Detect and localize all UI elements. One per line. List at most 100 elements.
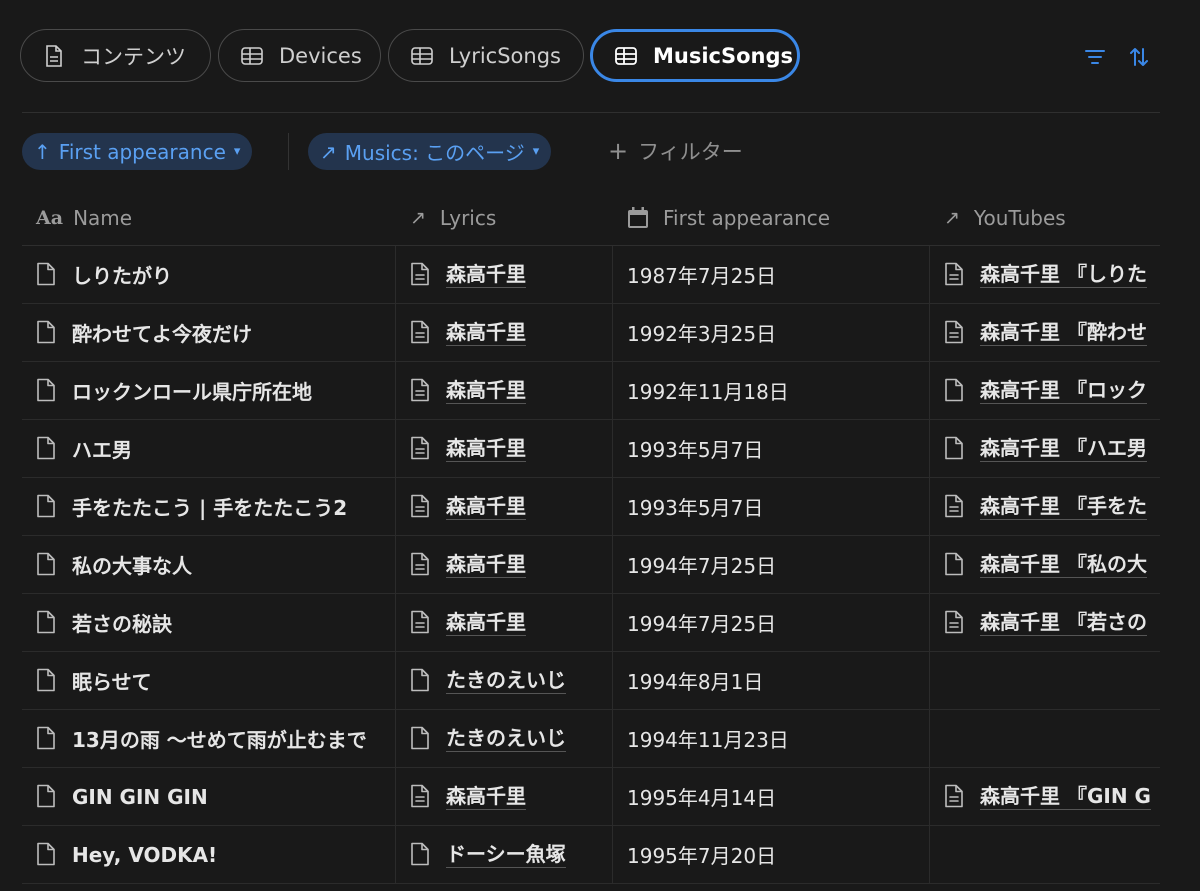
lyrics-link[interactable]: 森高千里 (446, 784, 526, 810)
lyrics-cell[interactable]: ドーシー魚塚 (396, 826, 613, 883)
first-appearance-cell[interactable]: 1992年3月25日 (613, 304, 930, 361)
youtube-link[interactable]: 森高千里 『しりた (980, 262, 1147, 288)
lyrics-link[interactable]: 森高千里 (446, 320, 526, 346)
lyrics-cell[interactable]: 森高千里 (396, 478, 613, 535)
tab-contents[interactable]: コンテンツ (20, 29, 211, 82)
table-row[interactable]: 私の大事な人 森高千里 1994年7月25日 森高千里 『私の大 (22, 536, 1160, 594)
first-appearance-cell[interactable]: 1994年8月1日 (613, 652, 930, 709)
lyrics-cell[interactable]: 森高千里 (396, 420, 613, 477)
youtubes-cell[interactable] (930, 710, 1160, 767)
column-header-first-appearance[interactable]: First appearance (613, 190, 930, 245)
page-icon (36, 610, 58, 636)
date-value: 1993年5月7日 (627, 438, 764, 462)
name-cell[interactable]: ロックンロール県庁所在地 (22, 362, 396, 419)
table-row[interactable]: 酔わせてよ今夜だけ 森高千里 1992年3月25日 森高千里 『酔わせ (22, 304, 1160, 362)
name-cell[interactable]: 眠らせて (22, 652, 396, 709)
lyrics-cell[interactable]: 森高千里 (396, 246, 613, 303)
lyrics-cell[interactable]: 森高千里 (396, 768, 613, 825)
filter-icon[interactable] (1084, 46, 1106, 68)
youtube-link[interactable]: 森高千里 『GIN G (980, 784, 1151, 810)
chevron-down-icon: ▾ (532, 144, 540, 159)
sort-icon[interactable] (1128, 46, 1150, 68)
youtube-link[interactable]: 森高千里 『若さの (980, 610, 1147, 636)
first-appearance-cell[interactable]: 1994年11月23日 (613, 710, 930, 767)
date-value: 1994年7月25日 (627, 612, 777, 636)
lyrics-cell[interactable]: たきのえいじ (396, 652, 613, 709)
name-cell[interactable]: ハエ男 (22, 420, 396, 477)
name-cell[interactable]: 私の大事な人 (22, 536, 396, 593)
tab-devices[interactable]: Devices (218, 29, 381, 82)
youtubes-cell[interactable]: 森高千里 『GIN G (930, 768, 1160, 825)
first-appearance-cell[interactable]: 1993年5月7日 (613, 420, 930, 477)
table-row[interactable]: 若さの秘訣 森高千里 1994年7月25日 森高千里 『若さの (22, 594, 1160, 652)
sort-chip[interactable]: ↑ First appearance ▾ (22, 133, 253, 170)
youtube-link[interactable]: 森高千里 『酔わせ (980, 320, 1147, 346)
first-appearance-cell[interactable]: 1994年7月25日 (613, 594, 930, 651)
first-appearance-cell[interactable]: 1993年5月7日 (613, 478, 930, 535)
lyrics-cell[interactable]: たきのえいじ (396, 710, 613, 767)
name-cell[interactable]: 酔わせてよ今夜だけ (22, 304, 396, 361)
table-row[interactable]: Hey, VODKA! ドーシー魚塚 1995年7月20日 (22, 826, 1160, 884)
name-cell[interactable]: 若さの秘訣 (22, 594, 396, 651)
youtubes-cell[interactable]: 森高千里 『若さの (930, 594, 1160, 651)
lyrics-link[interactable]: 森高千里 (446, 610, 526, 636)
lyrics-cell[interactable]: 森高千里 (396, 594, 613, 651)
lyrics-link[interactable]: たきのえいじ (446, 668, 566, 694)
add-filter-button[interactable]: + フィルター (608, 136, 743, 166)
first-appearance-cell[interactable]: 1992年11月18日 (613, 362, 930, 419)
lyrics-link[interactable]: たきのえいじ (446, 726, 566, 752)
youtube-link[interactable]: 森高千里 『手をた (980, 494, 1147, 520)
youtubes-cell[interactable]: 森高千里 『しりた (930, 246, 1160, 303)
youtubes-cell[interactable]: 森高千里 『私の大 (930, 536, 1160, 593)
table-row[interactable]: しりたがり 森高千里 1987年7月25日 森高千里 『しりた (22, 246, 1160, 304)
table-row[interactable]: 眠らせて たきのえいじ 1994年8月1日 (22, 652, 1160, 710)
youtubes-cell[interactable]: 森高千里 『ハエ男 (930, 420, 1160, 477)
column-header-name[interactable]: Aa Name (22, 190, 396, 245)
page-icon (36, 378, 58, 404)
table-row[interactable]: 手をたたこう | 手をたたこう2 森高千里 1993年5月7日 森高千里 『手をた (22, 478, 1160, 536)
first-appearance-cell[interactable]: 1995年4月14日 (613, 768, 930, 825)
name-cell[interactable]: しりたがり (22, 246, 396, 303)
lyrics-link[interactable]: 森高千里 (446, 494, 526, 520)
tab-musicsongs[interactable]: MusicSongs (590, 29, 800, 82)
calendar-icon (627, 206, 649, 229)
youtubes-cell[interactable]: 森高千里 『手をた (930, 478, 1160, 535)
song-name: GIN GIN GIN (72, 784, 208, 809)
table-row[interactable]: ロックンロール県庁所在地 森高千里 1992年11月18日 森高千里 『ロック (22, 362, 1160, 420)
date-value: 1987年7月25日 (627, 264, 777, 288)
lyrics-link[interactable]: 森高千里 (446, 552, 526, 578)
lyrics-cell[interactable]: 森高千里 (396, 536, 613, 593)
youtube-link[interactable]: 森高千里 『ロック (980, 378, 1147, 404)
column-label: First appearance (663, 205, 831, 230)
first-appearance-cell[interactable]: 1994年7月25日 (613, 536, 930, 593)
table-row[interactable]: ハエ男 森高千里 1993年5月7日 森高千里 『ハエ男 (22, 420, 1160, 478)
tab-lyricsongs[interactable]: LyricSongs (388, 29, 584, 82)
youtubes-cell[interactable] (930, 652, 1160, 709)
lyrics-link[interactable]: 森高千里 (446, 262, 526, 288)
name-cell[interactable]: 手をたたこう | 手をたたこう2 (22, 478, 396, 535)
name-cell[interactable]: 13月の雨 〜せめて雨が止むまで (22, 710, 396, 767)
lyrics-link[interactable]: ドーシー魚塚 (446, 842, 566, 868)
table-row[interactable]: GIN GIN GIN 森高千里 1995年4月14日 森高千里 『GIN G (22, 768, 1160, 826)
name-cell[interactable]: Hey, VODKA! (22, 826, 396, 883)
lyrics-cell[interactable]: 森高千里 (396, 304, 613, 361)
column-header-youtubes[interactable]: ↗ YouTubes (930, 190, 1160, 245)
youtubes-cell[interactable]: 森高千里 『酔わせ (930, 304, 1160, 361)
relation-filter-chip[interactable]: ↗ Musics: このページ ▾ (308, 133, 552, 170)
first-appearance-cell[interactable]: 1995年7月20日 (613, 826, 930, 883)
lyrics-cell[interactable]: 森高千里 (396, 362, 613, 419)
youtube-link[interactable]: 森高千里 『ハエ男 (980, 436, 1147, 462)
column-header-lyrics[interactable]: ↗ Lyrics (396, 190, 613, 245)
youtubes-cell[interactable]: 森高千里 『ロック (930, 362, 1160, 419)
filter-separator (288, 133, 289, 170)
table-row[interactable]: 13月の雨 〜せめて雨が止むまで たきのえいじ 1994年11月23日 (22, 710, 1160, 768)
youtube-link[interactable]: 森高千里 『私の大 (980, 552, 1147, 578)
arrow-up-icon: ↑ (34, 139, 51, 164)
youtubes-cell[interactable] (930, 826, 1160, 883)
page-icon (36, 320, 58, 346)
lyrics-link[interactable]: 森高千里 (446, 378, 526, 404)
lyrics-link[interactable]: 森高千里 (446, 436, 526, 462)
name-cell[interactable]: GIN GIN GIN (22, 768, 396, 825)
first-appearance-cell[interactable]: 1987年7月25日 (613, 246, 930, 303)
page-icon (410, 842, 432, 868)
